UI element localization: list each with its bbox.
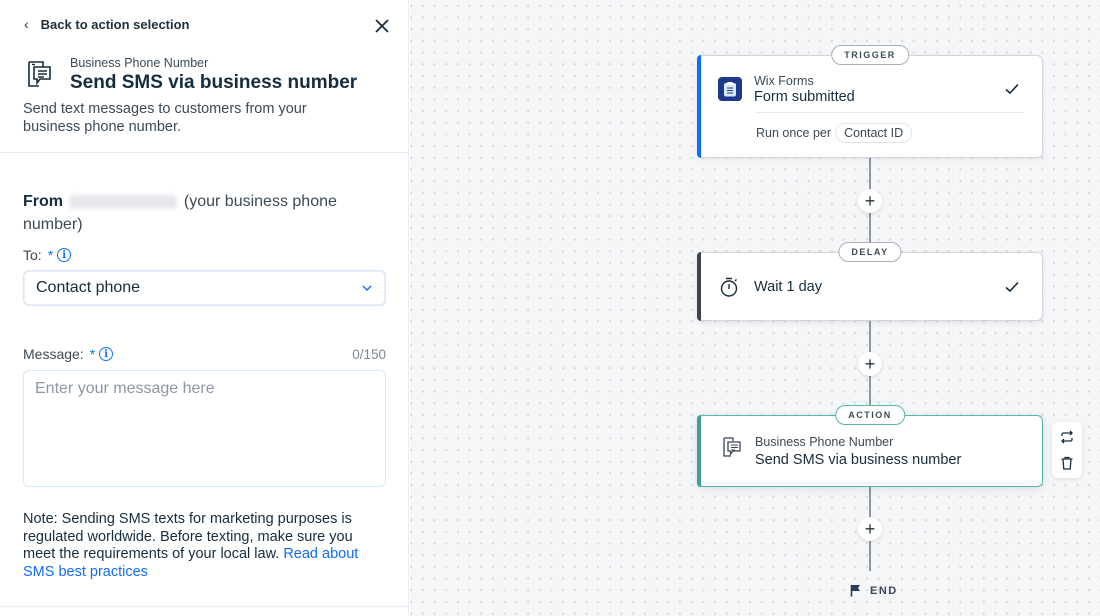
delay-pill: DELAY [838,242,902,262]
run-once-chip[interactable]: Contact ID [835,123,913,143]
to-dropdown[interactable]: Contact phone [23,270,386,306]
chevron-left-icon: ‹ [24,16,29,32]
end-label: END [870,584,898,597]
redacted-phone-number [69,194,178,209]
back-label: Back to action selection [40,16,190,32]
action-settings-panel: ‹ Back to action selection Business Phon… [0,0,409,616]
trigger-card[interactable]: TRIGGER Wix Forms Form submitted Run onc… [697,45,1043,158]
replace-icon[interactable] [1060,430,1074,444]
divider [0,606,409,607]
checkmark-icon [1005,83,1019,95]
close-icon[interactable] [372,16,392,36]
action-accent-bar [697,415,701,487]
to-label: To: [23,247,42,263]
trigger-accent-bar [697,55,701,158]
message-textarea[interactable]: Enter your message here [23,370,386,487]
from-line: From (your business phone number) [23,190,383,236]
back-to-action-selection-link[interactable]: ‹ Back to action selection [24,16,190,32]
checkmark-icon [1005,281,1019,293]
delay-title: Wait 1 day [754,279,822,295]
add-step-button[interactable]: + [858,352,882,376]
required-marker: * [47,247,54,263]
delay-card[interactable]: DELAY Wait 1 day [697,242,1043,321]
add-step-button[interactable]: + [858,189,882,213]
action-card-toolbar [1052,422,1082,478]
action-app-name: Business Phone Number [755,435,894,449]
info-icon[interactable]: i [99,347,114,361]
required-marker: * [89,346,96,362]
action-title: Send SMS via business number [70,72,358,93]
to-selected-value: Contact phone [36,279,141,296]
trigger-title: Form submitted [754,89,855,105]
action-card-title: Send SMS via business number [755,452,962,468]
sms-document-icon [28,61,51,87]
run-once-label: Run once per [756,126,832,140]
action-card[interactable]: ACTION Business Phone Number Send SMS vi… [697,405,1043,487]
message-placeholder: Enter your message here [35,380,215,397]
divider [756,112,1024,113]
from-prefix: From [23,193,63,210]
sms-regulation-note: Note: Sending SMS texts for marketing pu… [23,511,388,581]
info-icon[interactable]: i [57,248,72,262]
to-label-row: To: * i [23,247,72,263]
message-label: Message: [23,346,84,362]
chevron-down-icon [362,285,372,291]
divider [0,152,409,153]
add-step-button[interactable]: + [858,517,882,541]
trash-icon[interactable] [1060,456,1074,470]
character-counter: 0/150 [352,347,386,362]
action-pill: ACTION [835,405,905,425]
sms-document-icon [723,437,741,457]
stopwatch-icon [720,277,738,297]
run-once-row: Run once per Contact ID [756,123,913,143]
action-app-name: Business Phone Number [70,56,209,70]
action-description: Send text messages to customers from you… [23,101,307,135]
clipboard-icon [718,77,742,101]
message-label-row: Message: * i [23,346,114,362]
trigger-app-name: Wix Forms [754,74,814,88]
delay-accent-bar [697,252,701,321]
flow-end-marker: END [850,584,898,597]
trigger-pill: TRIGGER [831,45,909,65]
flag-icon [850,585,860,597]
